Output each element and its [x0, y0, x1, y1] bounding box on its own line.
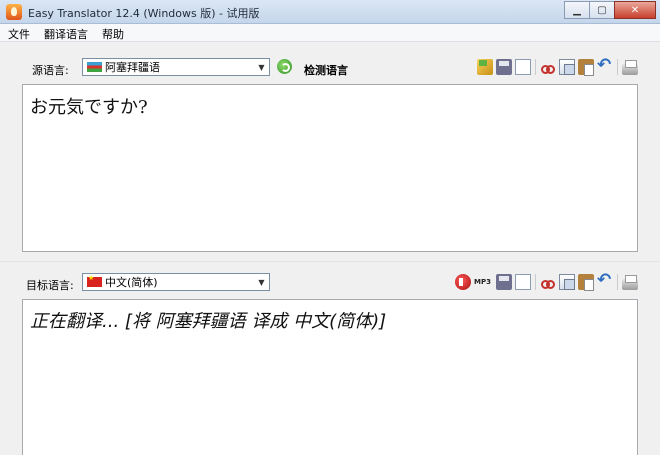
cut-icon[interactable] [540, 59, 556, 75]
new-document-icon[interactable] [515, 274, 531, 290]
chevron-down-icon: ▼ [258, 277, 265, 287]
copy-icon[interactable] [559, 274, 575, 290]
cut-icon[interactable] [540, 274, 556, 290]
target-toolbar: 目标语言: 中文(简体) ▼ MP3 [22, 270, 638, 294]
paste-icon[interactable] [578, 59, 594, 76]
undo-icon[interactable] [597, 55, 613, 75]
source-language-select[interactable]: 阿塞拜疆语 ▼ [82, 58, 270, 76]
detect-language-button[interactable]: 检测语言 [304, 62, 348, 78]
menu-help[interactable]: 帮助 [94, 24, 130, 41]
target-language-select[interactable]: 中文(简体) ▼ [82, 273, 270, 291]
mp3-button[interactable]: MP3 [474, 278, 491, 286]
menu-translate-language[interactable]: 翻译语言 [36, 24, 94, 41]
open-file-icon[interactable] [477, 59, 493, 75]
print-icon[interactable] [622, 274, 638, 290]
undo-icon[interactable] [597, 270, 613, 290]
panel-divider [0, 261, 660, 262]
save-icon[interactable] [496, 274, 512, 290]
save-icon[interactable] [496, 59, 512, 75]
source-text: お元気ですか? [30, 97, 148, 118]
copy-icon[interactable] [559, 59, 575, 75]
source-text-area[interactable]: お元気ですか? [22, 84, 638, 252]
source-language-value: 阿塞拜疆语 [105, 61, 160, 74]
close-icon: ✕ [630, 4, 640, 16]
target-text-area[interactable]: 正在翻译... [将 阿塞拜疆语 译成 中文(简体)] [22, 299, 638, 455]
swap-languages-icon[interactable] [277, 59, 292, 74]
toolbar-separator [617, 59, 618, 75]
azerbaijan-flag-icon [87, 62, 102, 72]
close-button[interactable]: ✕ [614, 1, 656, 19]
toolbar-separator [617, 274, 618, 290]
toolbar-separator [535, 59, 536, 75]
print-icon[interactable] [622, 59, 638, 75]
target-text: 正在翻译... [将 阿塞拜疆语 译成 中文(简体)] [30, 311, 387, 332]
target-tools: MP3 [452, 270, 638, 291]
toolbar-separator [535, 274, 536, 290]
menu-file[interactable]: 文件 [0, 24, 36, 41]
paste-icon[interactable] [578, 274, 594, 291]
speaker-icon[interactable] [455, 274, 472, 290]
target-language-value: 中文(简体) [105, 276, 158, 289]
target-language-label: 目标语言: [26, 279, 74, 292]
window-title: Easy Translator 12.4 (Windows 版) - 试用版 [28, 7, 260, 20]
menu-bar: 文件 翻译语言 帮助 [0, 24, 660, 42]
window-controls: ▁ ▢ ✕ [564, 1, 656, 19]
source-language-label: 源语言: [32, 64, 69, 77]
maximize-button[interactable]: ▢ [589, 1, 615, 19]
new-document-icon[interactable] [515, 59, 531, 75]
title-bar: Easy Translator 12.4 (Windows 版) - 试用版 ▁… [0, 0, 660, 24]
source-tools [474, 55, 638, 76]
app-icon [6, 4, 22, 20]
chevron-down-icon: ▼ [258, 62, 265, 72]
maximize-icon: ▢ [597, 4, 607, 16]
source-toolbar: 源语言: 阿塞拜疆语 ▼ 检测语言 [22, 55, 638, 79]
minimize-button[interactable]: ▁ [564, 1, 590, 19]
china-flag-icon [87, 274, 102, 287]
minimize-icon: ▁ [573, 4, 581, 16]
